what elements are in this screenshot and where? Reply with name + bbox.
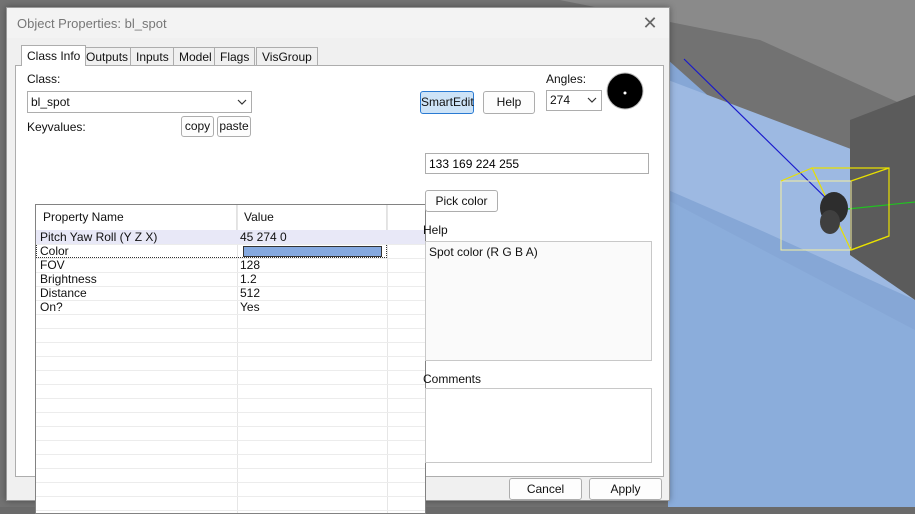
close-icon[interactable]: ✕ bbox=[639, 12, 661, 34]
table-row[interactable]: Pitch Yaw Roll (Y Z X) 45 274 0 bbox=[36, 230, 425, 244]
list-gridline bbox=[36, 258, 425, 259]
smartedit-button[interactable]: SmartEdit bbox=[420, 91, 474, 114]
cancel-button[interactable]: Cancel bbox=[509, 478, 582, 500]
table-row[interactable]: FOV 128 bbox=[36, 258, 425, 272]
list-gridline bbox=[36, 342, 425, 343]
keyvalues-list[interactable]: Property Name Value Pitch Yaw Roll (Y Z … bbox=[35, 204, 426, 514]
list-gridline bbox=[36, 426, 425, 427]
tab-model[interactable]: Model bbox=[173, 47, 218, 66]
list-gridline bbox=[36, 328, 425, 329]
table-row[interactable]: Brightness 1.2 bbox=[36, 272, 425, 286]
property-name: Color bbox=[40, 244, 69, 258]
list-gridline bbox=[36, 300, 425, 301]
class-info-panel: Class: bl_spot Keyvalues: copy paste Sma… bbox=[15, 65, 664, 514]
column-header-value[interactable]: Value bbox=[237, 205, 387, 230]
property-value: 512 bbox=[240, 286, 261, 300]
keyvalues-label: Keyvalues: bbox=[27, 120, 86, 134]
table-row-selected[interactable]: Color bbox=[36, 244, 387, 258]
property-value: Yes bbox=[240, 300, 260, 314]
angle-dial-icon[interactable] bbox=[606, 72, 644, 110]
comments-label: Comments bbox=[423, 372, 482, 386]
window-title: Object Properties: bl_spot bbox=[17, 16, 167, 31]
tab-inputs[interactable]: Inputs bbox=[130, 47, 175, 66]
column-header-property-name[interactable]: Property Name bbox=[36, 205, 237, 230]
tab-flags[interactable]: Flags bbox=[214, 47, 256, 66]
column-divider bbox=[387, 205, 388, 513]
list-gridline bbox=[36, 454, 425, 455]
angles-label: Angles: bbox=[546, 72, 587, 86]
table-row[interactable]: Distance 512 bbox=[36, 286, 425, 300]
property-name: On? bbox=[40, 300, 63, 314]
object-properties-dialog: Object Properties: bl_spot ✕ Class Info … bbox=[6, 7, 670, 514]
tab-visgroup[interactable]: VisGroup bbox=[256, 47, 318, 66]
tab-class-info[interactable]: Class Info bbox=[21, 45, 87, 66]
chevron-down-icon[interactable] bbox=[587, 91, 597, 117]
property-value: 1.2 bbox=[240, 272, 257, 286]
keyvalue-edit-field[interactable] bbox=[425, 153, 649, 174]
list-gridline bbox=[36, 314, 425, 315]
list-gridline bbox=[36, 356, 425, 357]
color-swatch bbox=[243, 246, 382, 257]
copy-button[interactable]: copy bbox=[181, 116, 214, 137]
list-gridline bbox=[36, 286, 425, 287]
apply-button[interactable]: Apply bbox=[589, 478, 662, 500]
angles-combobox[interactable]: 274 bbox=[546, 90, 602, 111]
property-name: Distance bbox=[40, 286, 87, 300]
class-combobox[interactable]: bl_spot bbox=[27, 91, 252, 113]
angles-value: 274 bbox=[550, 93, 571, 107]
chevron-down-icon[interactable] bbox=[237, 92, 247, 119]
property-value: 45 274 0 bbox=[240, 230, 287, 244]
help-text: Spot color (R G B A) bbox=[429, 245, 538, 259]
list-gridline bbox=[36, 440, 425, 441]
list-gridline bbox=[36, 412, 425, 413]
property-name: FOV bbox=[40, 258, 65, 272]
property-name: Pitch Yaw Roll (Y Z X) bbox=[40, 230, 158, 244]
list-gridline bbox=[36, 482, 425, 483]
list-gridline bbox=[36, 398, 425, 399]
list-gridline bbox=[36, 272, 425, 273]
help-button[interactable]: Help bbox=[483, 91, 535, 114]
list-gridline bbox=[36, 510, 425, 511]
table-row[interactable]: On? Yes bbox=[36, 300, 425, 314]
property-value: 128 bbox=[240, 258, 261, 272]
tab-outputs[interactable]: Outputs bbox=[80, 47, 135, 66]
list-gridline bbox=[36, 496, 425, 497]
pick-color-button[interactable]: Pick color bbox=[425, 190, 498, 212]
property-name: Brightness bbox=[40, 272, 97, 286]
list-gridline bbox=[36, 370, 425, 371]
list-gridline bbox=[36, 468, 425, 469]
comments-textarea[interactable] bbox=[425, 388, 652, 463]
list-gridline bbox=[36, 384, 425, 385]
help-text-box: Spot color (R G B A) bbox=[425, 241, 652, 361]
paste-button[interactable]: paste bbox=[217, 116, 251, 137]
list-gridline bbox=[36, 244, 425, 245]
class-value: bl_spot bbox=[31, 95, 70, 109]
list-header: Property Name Value bbox=[36, 205, 425, 230]
help-label: Help bbox=[423, 223, 448, 237]
title-bar[interactable]: Object Properties: bl_spot ✕ bbox=[7, 8, 669, 38]
class-label: Class: bbox=[27, 72, 61, 86]
